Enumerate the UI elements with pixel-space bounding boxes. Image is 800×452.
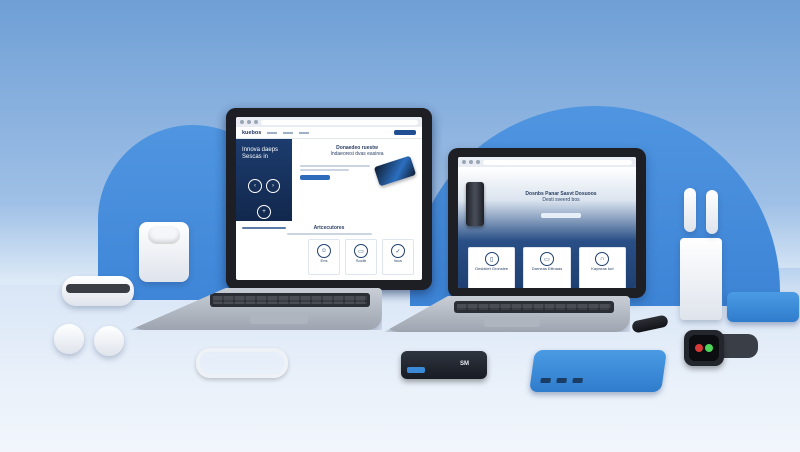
site-logo[interactable]: kuebos — [242, 130, 261, 136]
next-arrow-icon[interactable]: › — [266, 179, 280, 193]
nav-cta-button[interactable] — [394, 130, 416, 135]
laptop-right-display: Dosnbs Panar Sasvt Dosuoos Desti sveerd … — [448, 148, 646, 298]
hero-cta-button[interactable] — [541, 212, 581, 218]
laptop-left-screen: kuebos Innova daeps Sescas in ‹ › + Dona… — [236, 117, 422, 280]
earbuds-case-band — [66, 284, 130, 293]
device-icon: ▯ — [484, 252, 499, 266]
laptop-right-screen: Dosnbs Panar Sasvt Dosuoos Desti sveerd … — [458, 157, 636, 288]
user-icon: ☺ — [317, 244, 331, 258]
tablet-device-image — [373, 155, 417, 187]
feature-card[interactable]: ✓ tkca — [382, 239, 414, 275]
browser-toolbar — [236, 117, 422, 127]
tag-icon: ✓ — [391, 244, 405, 258]
hero-heading: Innova daeps — [242, 147, 279, 153]
feature-subheading: Indaeoresi dvas easirea — [330, 151, 384, 157]
laptop-icon: ▭ — [539, 252, 554, 266]
hero-subheading: Desti sveerd bos — [542, 196, 580, 203]
smartwatch — [684, 330, 724, 366]
browser-toolbar — [458, 157, 636, 167]
address-bar[interactable] — [483, 159, 632, 165]
prev-arrow-icon[interactable]: ‹ — [248, 179, 262, 193]
earbud-stem-left — [684, 188, 696, 232]
activity-ring-icon — [705, 344, 713, 352]
shop-now-button[interactable] — [300, 174, 330, 180]
earbud-right — [94, 326, 124, 356]
site-nav: kuebos — [236, 127, 422, 139]
charging-cable — [196, 348, 288, 378]
airpods-in-case — [148, 226, 180, 244]
activity-ring-icon — [695, 344, 703, 352]
hero-panel: Innova daeps Sescas in ‹ › + — [236, 139, 292, 229]
plus-icon[interactable]: + — [257, 205, 271, 219]
usb-port-icon — [556, 378, 568, 383]
hero-subheading: Sescas in — [242, 154, 269, 160]
blue-charging-case — [727, 292, 799, 322]
earbuds-stand — [680, 238, 722, 320]
device-icon: ▭ — [354, 244, 368, 258]
power-bank — [529, 350, 667, 392]
ssd-label: SM — [460, 361, 469, 367]
earbud-left — [54, 324, 84, 354]
feature-card[interactable]: ∩ Kayneas tod — [578, 247, 626, 288]
feature-card[interactable]: ▯ Desbkiet Gronsiee — [468, 247, 516, 288]
feature-card[interactable]: ☺ Ens — [308, 239, 340, 275]
hero-banner: Dosnbs Panar Sasvt Dosuoos Desti sveerd … — [458, 167, 636, 241]
laptop-left-display: kuebos Innova daeps Sescas in ‹ › + Dona… — [226, 108, 432, 290]
earbud-stem-right — [706, 190, 718, 234]
portable-ssd: SM — [401, 351, 487, 379]
ssd-status-light — [407, 367, 425, 373]
address-bar[interactable] — [261, 119, 418, 125]
headphones-icon: ∩ — [595, 252, 610, 266]
phone-device-image — [466, 182, 484, 226]
feature-card[interactable]: ▭ Soctb — [345, 239, 377, 275]
usb-port-icon — [572, 378, 584, 383]
watch-face — [689, 335, 719, 361]
feature-card[interactable]: ▭ Darneas Elitnaas — [523, 247, 571, 288]
usb-port-icon — [540, 378, 552, 383]
